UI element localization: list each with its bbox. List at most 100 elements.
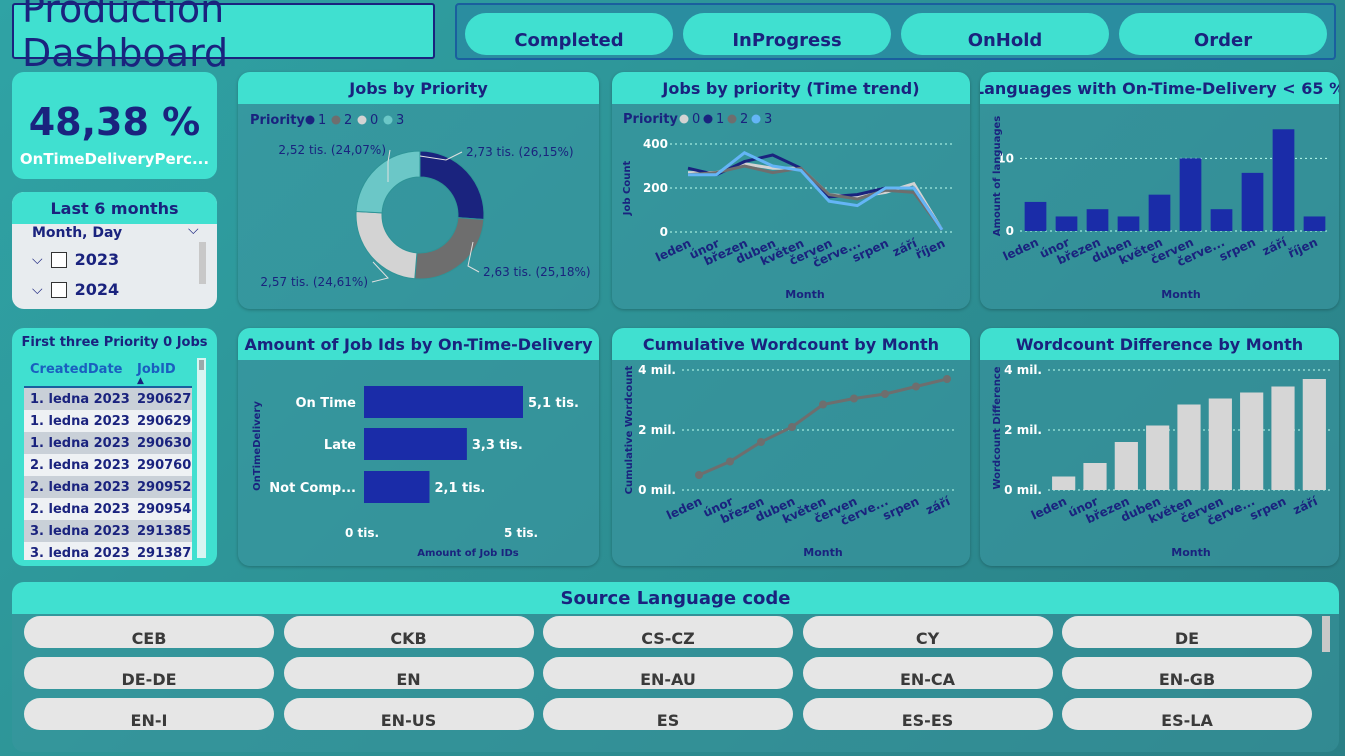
table-row[interactable]: 2. ledna 2023 290954 [24, 498, 192, 520]
bar [1208, 398, 1232, 490]
inprogress-button[interactable]: InProgress [683, 13, 891, 55]
language-option-cs-cz[interactable]: CS-CZ [543, 616, 793, 648]
cumulative-wordcount-chart: Cumulative Wordcount by Month 0 mil. 2 mil… [612, 328, 970, 559]
legend-marker [727, 114, 737, 124]
cell-createddate: 1. ledna 2023 [30, 391, 130, 407]
chevron-down-icon[interactable]: ⌵ [32, 282, 43, 298]
bar [364, 471, 430, 503]
y-tick-label: Not Comp... [269, 481, 356, 496]
language-option-cy[interactable]: CY [802, 616, 1053, 648]
data-point [726, 457, 734, 466]
language-option-en-i[interactable]: EN-I [24, 698, 274, 730]
x-tick-label: leden [664, 494, 704, 523]
otd-chart: Amount of Job Ids by On-Time-Delivery On … [238, 328, 599, 559]
chart-title: Jobs by Priority [348, 79, 488, 98]
legend-marker [679, 114, 689, 124]
bar [1086, 209, 1109, 231]
checkbox[interactable] [50, 251, 67, 268]
chart-title: Cumulative Wordcount by Month [643, 335, 939, 354]
wordcount-difference-card: Wordcount Difference by Month 0 mil. 2 mil… [980, 328, 1339, 566]
legend-label: 3 [396, 113, 404, 128]
table-row[interactable]: 1. ledna 2023 290629 [24, 410, 192, 432]
language-option-es-la[interactable]: ES-LA [1062, 698, 1312, 730]
series-line [687, 164, 944, 231]
data-point [881, 390, 889, 398]
cell-createddate: 2. ledna 2023 [30, 457, 130, 473]
x-axis-title: Month [803, 546, 842, 559]
slicer-item-2024[interactable]: ⌵ 2024 [32, 280, 119, 299]
column-header-createddate[interactable]: CreatedDate [30, 362, 122, 377]
y-tick-label: 0 mil. [638, 483, 676, 497]
y-tick-label: 400 [643, 137, 668, 151]
x-tick-label: 0 tis. [345, 526, 379, 540]
slicer-item-label: 2023 [74, 250, 120, 269]
status-filter-bar: Completed InProgress OnHold Order [455, 3, 1336, 60]
data-label: 3,3 tis. [472, 438, 523, 453]
cumulative-wordcount-card: Cumulative Wordcount by Month 0 mil. 2 mil… [612, 328, 970, 566]
table-row[interactable]: 1. ledna 2023 290627 [24, 388, 192, 410]
legend-label: 1 [716, 112, 724, 127]
slicer-item-2023[interactable]: ⌵ 2023 [32, 250, 119, 269]
language-option-de[interactable]: DE [1062, 616, 1312, 648]
languages-otd-card: Languages with On-Time-Delivery < 65 % 0 1… [980, 72, 1339, 309]
legend-label: 2 [344, 113, 352, 128]
language-option-ceb[interactable]: CEB [24, 616, 274, 648]
bar [1117, 216, 1140, 231]
y-tick-label: 0 [1006, 224, 1014, 238]
bar [1083, 463, 1107, 490]
language-option-en-ca[interactable]: EN-CA [802, 657, 1053, 689]
data-label: 2,57 tis. (24,61%) [260, 275, 368, 289]
bar [1055, 216, 1078, 231]
language-option-es[interactable]: ES [543, 698, 793, 730]
data-point [943, 375, 951, 383]
language-option-de-de[interactable]: DE-DE [24, 657, 274, 689]
language-option-en-us[interactable]: EN-US [283, 698, 534, 730]
bar [1272, 129, 1295, 231]
table-row[interactable]: 3. ledna 2023 291385 [24, 520, 192, 542]
language-option-ckb[interactable]: CKB [283, 616, 534, 648]
chevron-down-icon[interactable]: ⌵ [32, 252, 43, 268]
y-tick-label: 2 mil. [638, 423, 676, 437]
legend-marker [357, 115, 367, 125]
y-axis-title: Wordcount Difference [992, 366, 1003, 489]
legend-label: 3 [764, 112, 772, 127]
onhold-button[interactable]: OnHold [901, 13, 1109, 55]
otd-card: Amount of Job Ids by On-Time-Delivery On … [238, 328, 599, 566]
completed-button[interactable]: Completed [465, 13, 673, 55]
x-axis-title: Month [1171, 546, 1210, 559]
scrollbar-thumb[interactable] [199, 360, 204, 370]
legend-title: Priority [250, 113, 305, 128]
date-slicer: Last 6 months Month, Day ⌵ ⌵ 2023 ⌵ 2024 [12, 192, 217, 309]
column-header-jobid[interactable]: JobID [137, 362, 176, 377]
table-row[interactable]: 2. ledna 2023 290952 [24, 476, 192, 498]
chevron-down-icon[interactable]: ⌵ [188, 222, 199, 238]
data-point [819, 400, 827, 409]
scrollbar[interactable] [197, 358, 206, 558]
language-option-en[interactable]: EN [283, 657, 534, 689]
scrollbar[interactable] [1322, 616, 1330, 652]
bar [1179, 158, 1202, 231]
x-tick-label: září [924, 494, 953, 518]
table-row[interactable]: 3. ledna 2023 291387 [24, 542, 192, 560]
y-tick-label: 4 mil. [638, 363, 676, 377]
legend-label: 1 [318, 113, 326, 128]
table-body: 1. ledna 2023 290627 1. ledna 2023 290629 1.… [24, 388, 192, 560]
slicer-title: Last 6 months [12, 192, 217, 224]
bar [1052, 476, 1076, 490]
bar [1024, 201, 1047, 231]
table-row[interactable]: 1. ledna 2023 290630 [24, 432, 192, 454]
x-tick-label: leden [1029, 494, 1069, 523]
x-tick-label: říjen [913, 236, 947, 262]
language-option-en-gb[interactable]: EN-GB [1062, 657, 1312, 689]
pie-slice [355, 210, 418, 280]
language-option-en-au[interactable]: EN-AU [543, 657, 793, 689]
checkbox[interactable] [50, 281, 67, 298]
table-row[interactable]: 2. ledna 2023 290760 [24, 454, 192, 476]
data-label: 2,63 tis. (25,18%) [483, 265, 591, 279]
order-button[interactable]: Order [1119, 13, 1327, 55]
cell-jobid: 290952 [137, 479, 192, 495]
jobs-by-priority-chart: Jobs by Priority Priority 1 2 0 3 2,73 tis. (2… [238, 72, 599, 289]
scrollbar[interactable] [199, 242, 206, 284]
data-label: 2,1 tis. [434, 481, 485, 496]
language-option-es-es[interactable]: ES-ES [802, 698, 1053, 730]
